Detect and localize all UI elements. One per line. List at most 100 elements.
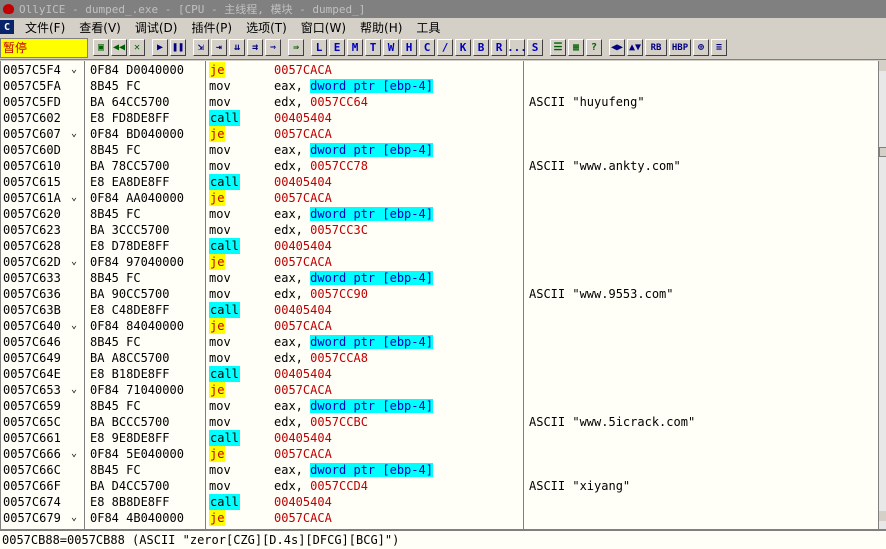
disasm-row[interactable]: 0057C5FD BA 64CC5700 mov edx, 0057CC64 ASCII…	[1, 94, 878, 110]
trace-over-icon[interactable]: ⇉	[247, 39, 263, 56]
menu-plugins[interactable]: 插件(P)	[184, 19, 239, 36]
source-window-button[interactable]: S	[527, 39, 543, 56]
open-icon[interactable]: ▣	[93, 39, 109, 56]
disasm-row[interactable]: 0057C646 8B45 FC mov eax, dword ptr [ebp-4]	[1, 334, 878, 350]
disasm-row[interactable]: 0057C649 BA A8CC5700 mov edx, 0057CCA8	[1, 350, 878, 366]
disasm-row[interactable]: 0057C61A ⌄ 0F84 AA040000 je 0057CACA	[1, 190, 878, 206]
disasm-row[interactable]: 0057C679 ⌄ 0F84 4B040000 je 0057CACA	[1, 510, 878, 526]
disasm-row[interactable]: 0057C623 BA 3CCC5700 mov edx, 0057CC3C	[1, 222, 878, 238]
runtrace-window-button[interactable]: ...	[507, 39, 527, 56]
patches-window-button[interactable]: /	[437, 39, 453, 56]
mnemonic: mov	[209, 287, 231, 301]
disassembly-pane[interactable]: 0057C5F4 ⌄ 0F84 D0040000 je 0057CACA 0057C5FA…	[0, 61, 878, 529]
address: 0057C602	[3, 111, 61, 125]
cpu-window-icon[interactable]: C	[0, 20, 14, 34]
disasm-row[interactable]: 0057C5FA 8B45 FC mov eax, dword ptr [ebp-4]	[1, 78, 878, 94]
hbp-plugin-icon[interactable]: HBP	[669, 39, 691, 56]
disasm-row[interactable]: 0057C64E E8 B18DE8FF call 00405404	[1, 366, 878, 382]
operand-address: 0057CCD4	[310, 479, 368, 493]
mnemonic: call	[209, 302, 240, 318]
operands: 0057CACA	[274, 62, 332, 78]
operand-register: edx,	[274, 223, 311, 237]
operand-address: 0057CACA	[274, 255, 332, 269]
operand-register: eax,	[274, 143, 311, 157]
disasm-row[interactable]: 0057C63B E8 C48DE8FF call 00405404	[1, 302, 878, 318]
cpu-window-button[interactable]: C	[419, 39, 435, 56]
disasm-row[interactable]: 0057C633 8B45 FC mov eax, dword ptr [ebp-4]	[1, 270, 878, 286]
disasm-row[interactable]: 0057C602 E8 FD8DE8FF call 00405404	[1, 110, 878, 126]
grid-icon[interactable]: ▦	[568, 39, 584, 56]
menu-options[interactable]: 选项(T)	[239, 19, 294, 36]
disasm-row[interactable]: 0057C610 BA 78CC5700 mov edx, 0057CC78 ASCII…	[1, 158, 878, 174]
trace-into-icon[interactable]: ⇊	[229, 39, 245, 56]
operands: 00405404	[274, 366, 332, 382]
windows-window-button[interactable]: W	[383, 39, 399, 56]
breakpoints-window-button[interactable]: B	[473, 39, 489, 56]
disasm-row[interactable]: 0057C615 E8 EA8DE8FF call 00405404	[1, 174, 878, 190]
hex-bytes: E8 FD8DE8FF	[90, 111, 170, 125]
operands: eax, dword ptr [ebp-4]	[274, 142, 433, 158]
mnemonic: call	[209, 174, 240, 190]
jump-marker: ⌄	[71, 512, 78, 523]
menu-view[interactable]: 查看(V)	[72, 19, 128, 36]
references-window-button[interactable]: R	[491, 39, 507, 56]
help-icon[interactable]: ?	[586, 39, 602, 56]
list-icon[interactable]: ☰	[550, 39, 566, 56]
menu-tools[interactable]: 工具	[409, 19, 447, 36]
scroll-down-arrow[interactable]	[879, 511, 886, 521]
disasm-row[interactable]: 0057C620 8B45 FC mov eax, dword ptr [ebp-4]	[1, 206, 878, 222]
menu-help[interactable]: 帮助(H)	[353, 19, 409, 36]
address: 0057C620	[3, 207, 61, 221]
step-over-icon[interactable]: ⇥	[211, 39, 227, 56]
callstack-window-button[interactable]: K	[455, 39, 471, 56]
operand-address: 0057CACA	[274, 127, 332, 141]
disasm-row[interactable]: 0057C653 ⌄ 0F84 71040000 je 0057CACA	[1, 382, 878, 398]
handles-window-button[interactable]: H	[401, 39, 417, 56]
operand-address: 0057CACA	[274, 191, 332, 205]
disasm-row[interactable]: 0057C640 ⌄ 0F84 84040000 je 0057CACA	[1, 318, 878, 334]
arrows-horizontal-icon[interactable]: ◀▶	[609, 39, 625, 56]
modules-window-button[interactable]: E	[329, 39, 345, 56]
disasm-row[interactable]: 0057C66F BA D4CC5700 mov edx, 0057CCD4 ASCII…	[1, 478, 878, 494]
hex-bytes: E8 C48DE8FF	[90, 303, 170, 317]
scroll-up-arrow[interactable]	[879, 61, 886, 71]
hex-bytes: 8B45 FC	[90, 79, 141, 93]
arrows-vertical-icon[interactable]: ▲▼	[627, 39, 643, 56]
close-icon[interactable]: ✕	[129, 39, 145, 56]
disasm-row[interactable]: 0057C5F4 ⌄ 0F84 D0040000 je 0057CACA	[1, 62, 878, 78]
ollyice-bug-icon[interactable]	[2, 2, 16, 16]
operand-address: 0057CC90	[310, 287, 368, 301]
run-icon[interactable]: ▶	[152, 39, 168, 56]
rb-plugin-icon[interactable]: RB	[645, 39, 667, 56]
plugin-buttons: ◀▶ ▲▼ RB HBP ⊕ ≡	[609, 39, 729, 56]
target-icon[interactable]: ⊕	[693, 39, 709, 56]
goto-icon[interactable]: ⇛	[288, 39, 304, 56]
scroll-thumb[interactable]	[879, 147, 886, 157]
menu-file[interactable]: 文件(F)	[18, 19, 72, 36]
threads-window-button[interactable]: T	[365, 39, 381, 56]
title-bar: OllyICE - dumped_.exe - [CPU - 主线程, 模块 -…	[0, 0, 886, 18]
disasm-row[interactable]: 0057C62D ⌄ 0F84 97040000 je 0057CACA	[1, 254, 878, 270]
disasm-row[interactable]: 0057C666 ⌄ 0F84 5E040000 je 0057CACA	[1, 446, 878, 462]
disasm-row[interactable]: 0057C661 E8 9E8DE8FF call 00405404	[1, 430, 878, 446]
disasm-row[interactable]: 0057C628 E8 D78DE8FF call 00405404	[1, 238, 878, 254]
disasm-row[interactable]: 0057C60D 8B45 FC mov eax, dword ptr [ebp-4]	[1, 142, 878, 158]
menu-window[interactable]: 窗口(W)	[294, 19, 353, 36]
menu-debug[interactable]: 调试(D)	[128, 19, 185, 36]
restart-icon[interactable]: ◀◀	[111, 39, 127, 56]
menu-lines-icon[interactable]: ≡	[711, 39, 727, 56]
vertical-scrollbar[interactable]	[878, 61, 886, 529]
disasm-row[interactable]: 0057C674 E8 8B8DE8FF call 00405404	[1, 494, 878, 510]
operands: 00405404	[274, 302, 332, 318]
disasm-row[interactable]: 0057C66C 8B45 FC mov eax, dword ptr [ebp-4]	[1, 462, 878, 478]
disasm-row[interactable]: 0057C65C BA BCCC5700 mov edx, 0057CCBC ASCII…	[1, 414, 878, 430]
log-window-button[interactable]: L	[311, 39, 327, 56]
pause-icon[interactable]: ❚❚	[170, 39, 186, 56]
step-controls: ⇲ ⇥ ⇊ ⇉ ⇒	[193, 39, 283, 56]
disasm-row[interactable]: 0057C607 ⌄ 0F84 BD040000 je 0057CACA	[1, 126, 878, 142]
disasm-row[interactable]: 0057C659 8B45 FC mov eax, dword ptr [ebp-4]	[1, 398, 878, 414]
step-into-icon[interactable]: ⇲	[193, 39, 209, 56]
execute-till-return-icon[interactable]: ⇒	[265, 39, 281, 56]
memory-window-button[interactable]: M	[347, 39, 363, 56]
disasm-row[interactable]: 0057C636 BA 90CC5700 mov edx, 0057CC90 ASCII…	[1, 286, 878, 302]
